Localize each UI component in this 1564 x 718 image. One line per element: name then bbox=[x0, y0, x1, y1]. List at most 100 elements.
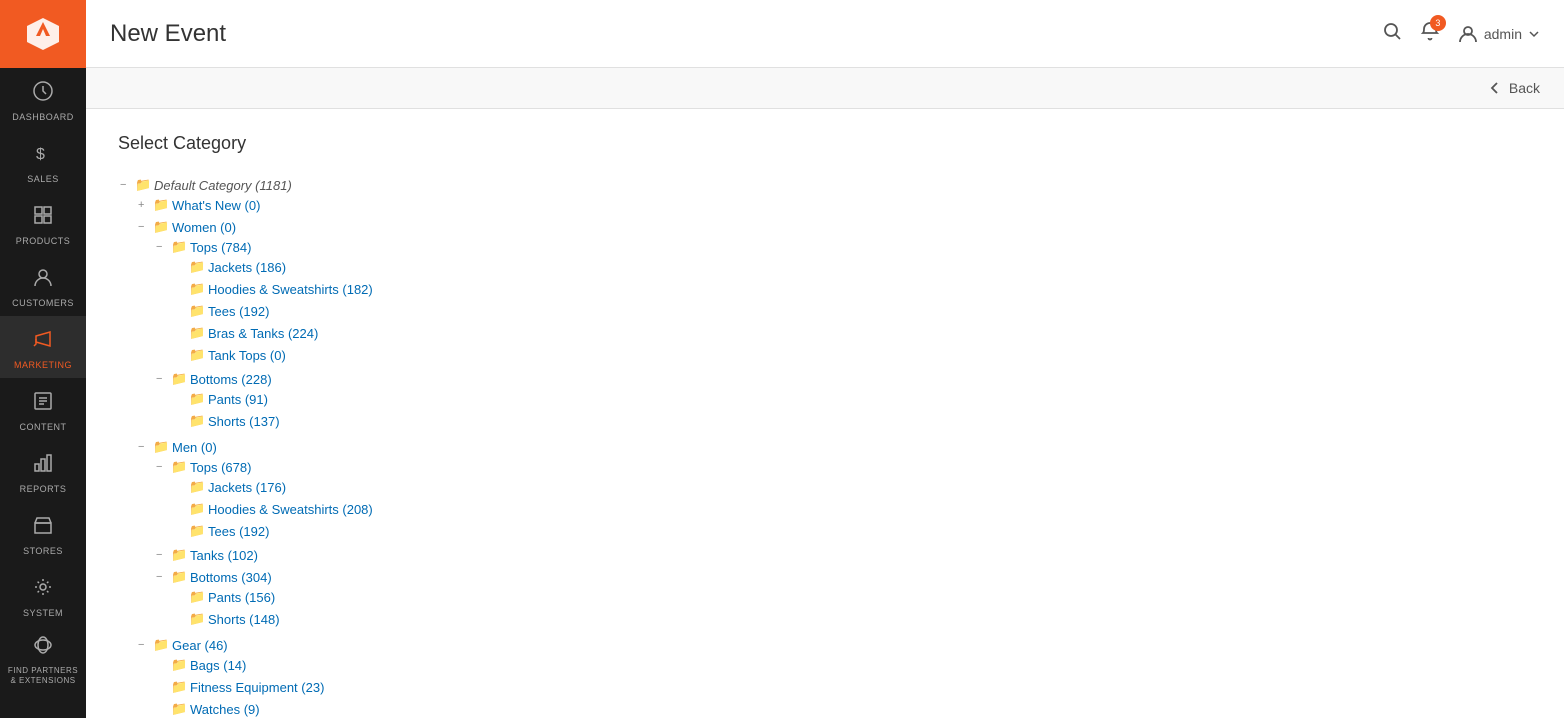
sidebar-item-label: DASHBOARD bbox=[12, 112, 74, 122]
sidebar-item-extensions[interactable]: FIND PARTNERS & EXTENSIONS bbox=[0, 626, 86, 691]
tree-node-gear[interactable]: − 📁 Gear (46) bbox=[136, 636, 1532, 654]
tree-node-jackets[interactable]: 📁 Jackets (186) bbox=[172, 258, 1532, 276]
folder-icon: 📁 bbox=[189, 611, 205, 627]
list-item: − 📁 Women (0) − 📁 bbox=[136, 216, 1532, 436]
sidebar-item-stores[interactable]: STORES bbox=[0, 502, 86, 564]
tree-node-men-tanks[interactable]: − 📁 Tanks (102) bbox=[154, 546, 1532, 564]
node-label[interactable]: Men (0) bbox=[172, 440, 217, 455]
spacer bbox=[174, 503, 186, 515]
node-label[interactable]: Tops (784) bbox=[190, 240, 251, 255]
node-label[interactable]: Shorts (137) bbox=[208, 414, 280, 429]
page-title: New Event bbox=[110, 20, 226, 48]
node-label[interactable]: Bags (14) bbox=[190, 658, 246, 673]
node-label[interactable]: Default Category (1181) bbox=[154, 178, 292, 193]
collapse-icon[interactable]: − bbox=[120, 179, 132, 191]
sidebar-item-customers[interactable]: CUSTOMERS bbox=[0, 254, 86, 316]
collapse-icon[interactable]: − bbox=[156, 549, 168, 561]
node-label[interactable]: Women (0) bbox=[172, 220, 236, 235]
sidebar-item-reports[interactable]: REPORTS bbox=[0, 440, 86, 502]
list-item: 📁 Pants (91) bbox=[172, 388, 1532, 410]
folder-icon: 📁 bbox=[171, 679, 187, 695]
tree-node-men[interactable]: − 📁 Men (0) bbox=[136, 438, 1532, 456]
main-content: New Event 3 admin Back bbox=[86, 0, 1564, 718]
tree-node-bags[interactable]: 📁 Bags (14) bbox=[154, 656, 1532, 674]
notifications-button[interactable]: 3 bbox=[1420, 21, 1440, 47]
collapse-icon[interactable]: − bbox=[156, 571, 168, 583]
tree-node-hoodies[interactable]: 📁 Hoodies & Sweatshirts (182) bbox=[172, 280, 1532, 298]
spacer bbox=[174, 283, 186, 295]
list-item: 📁 Shorts (137) bbox=[172, 410, 1532, 432]
node-label[interactable]: Bottoms (228) bbox=[190, 372, 272, 387]
sidebar-item-products[interactable]: PRODUCTS bbox=[0, 192, 86, 254]
sidebar-item-content[interactable]: CONTENT bbox=[0, 378, 86, 440]
node-label[interactable]: Jackets (186) bbox=[208, 260, 286, 275]
sidebar-item-sales[interactable]: $ SALES bbox=[0, 130, 86, 192]
node-label[interactable]: Gear (46) bbox=[172, 638, 228, 653]
node-label[interactable]: Hoodies & Sweatshirts (208) bbox=[208, 502, 373, 517]
tree-node-whatsnew[interactable]: + 📁 What's New (0) bbox=[136, 196, 1532, 214]
node-label[interactable]: Bras & Tanks (224) bbox=[208, 326, 318, 341]
node-label[interactable]: Jackets (176) bbox=[208, 480, 286, 495]
folder-icon: 📁 bbox=[189, 413, 205, 429]
folder-icon: 📁 bbox=[189, 501, 205, 517]
node-label[interactable]: Pants (156) bbox=[208, 590, 275, 605]
collapse-icon[interactable]: − bbox=[138, 639, 150, 651]
back-button[interactable]: Back bbox=[1487, 80, 1540, 96]
tree-node-men-hoodies[interactable]: 📁 Hoodies & Sweatshirts (208) bbox=[172, 500, 1532, 518]
folder-icon: 📁 bbox=[171, 371, 187, 387]
list-item: − 📁 Bottoms (304) bbox=[154, 566, 1532, 632]
tree-node-tank-tops[interactable]: 📁 Tank Tops (0) bbox=[172, 346, 1532, 364]
sidebar-item-system[interactable]: SYSTEM bbox=[0, 564, 86, 626]
node-label[interactable]: Tees (192) bbox=[208, 524, 269, 539]
system-icon bbox=[32, 576, 54, 604]
list-item: 📁 Shorts (148) bbox=[172, 608, 1532, 630]
sidebar-logo[interactable] bbox=[0, 0, 86, 68]
tree-node-women-shorts[interactable]: 📁 Shorts (137) bbox=[172, 412, 1532, 430]
node-label[interactable]: What's New (0) bbox=[172, 198, 260, 213]
tree-node-men-tops[interactable]: − 📁 Tops (678) bbox=[154, 458, 1532, 476]
tree-node-men-bottoms[interactable]: − 📁 Bottoms (304) bbox=[154, 568, 1532, 586]
node-label[interactable]: Bottoms (304) bbox=[190, 570, 272, 585]
node-label[interactable]: Tees (192) bbox=[208, 304, 269, 319]
tree-node-women-tops[interactable]: − 📁 Tops (784) bbox=[154, 238, 1532, 256]
node-label[interactable]: Tops (678) bbox=[190, 460, 251, 475]
collapse-icon[interactable]: − bbox=[156, 461, 168, 473]
node-label[interactable]: Pants (91) bbox=[208, 392, 268, 407]
list-item: − 📁 Tops (784) bbox=[154, 236, 1532, 368]
expand-icon[interactable]: + bbox=[138, 199, 150, 211]
content-icon bbox=[32, 390, 54, 418]
tree-node-default[interactable]: − 📁 Default Category (1181) bbox=[118, 176, 1532, 194]
node-label[interactable]: Watches (9) bbox=[190, 702, 260, 717]
tree-node-tees[interactable]: 📁 Tees (192) bbox=[172, 302, 1532, 320]
tree-node-bras[interactable]: 📁 Bras & Tanks (224) bbox=[172, 324, 1532, 342]
collapse-icon[interactable]: − bbox=[138, 221, 150, 233]
stores-icon bbox=[32, 514, 54, 542]
sidebar-item-marketing[interactable]: MARKETING bbox=[0, 316, 86, 378]
collapse-icon[interactable]: − bbox=[156, 373, 168, 385]
collapse-icon[interactable]: − bbox=[138, 441, 150, 453]
node-label[interactable]: Shorts (148) bbox=[208, 612, 280, 627]
tree-node-men-pants[interactable]: 📁 Pants (156) bbox=[172, 588, 1532, 606]
spacer bbox=[174, 613, 186, 625]
tree-node-men-shorts[interactable]: 📁 Shorts (148) bbox=[172, 610, 1532, 628]
node-label[interactable]: Fitness Equipment (23) bbox=[190, 680, 324, 695]
node-label[interactable]: Tank Tops (0) bbox=[208, 348, 286, 363]
tree-node-men-tees[interactable]: 📁 Tees (192) bbox=[172, 522, 1532, 540]
node-label[interactable]: Tanks (102) bbox=[190, 548, 258, 563]
sidebar-item-dashboard[interactable]: DASHBOARD bbox=[0, 68, 86, 130]
admin-menu[interactable]: admin bbox=[1458, 24, 1540, 44]
category-tree: − 📁 Default Category (1181) + 📁 What's N… bbox=[118, 174, 1532, 718]
node-label[interactable]: Hoodies & Sweatshirts (182) bbox=[208, 282, 373, 297]
collapse-icon[interactable]: − bbox=[156, 241, 168, 253]
list-item: 📁 Tank Tops (0) bbox=[172, 344, 1532, 366]
list-item: 📁 Bags (14) bbox=[154, 654, 1532, 676]
tree-node-fitness[interactable]: 📁 Fitness Equipment (23) bbox=[154, 678, 1532, 696]
tree-node-women-bottoms[interactable]: − 📁 Bottoms (228) bbox=[154, 370, 1532, 388]
folder-icon: 📁 bbox=[153, 197, 169, 213]
tree-node-men-jackets[interactable]: 📁 Jackets (176) bbox=[172, 478, 1532, 496]
tree-node-women-pants[interactable]: 📁 Pants (91) bbox=[172, 390, 1532, 408]
tree-node-watches[interactable]: 📁 Watches (9) bbox=[154, 700, 1532, 718]
spacer bbox=[174, 591, 186, 603]
search-button[interactable] bbox=[1382, 21, 1402, 47]
tree-node-women[interactable]: − 📁 Women (0) bbox=[136, 218, 1532, 236]
